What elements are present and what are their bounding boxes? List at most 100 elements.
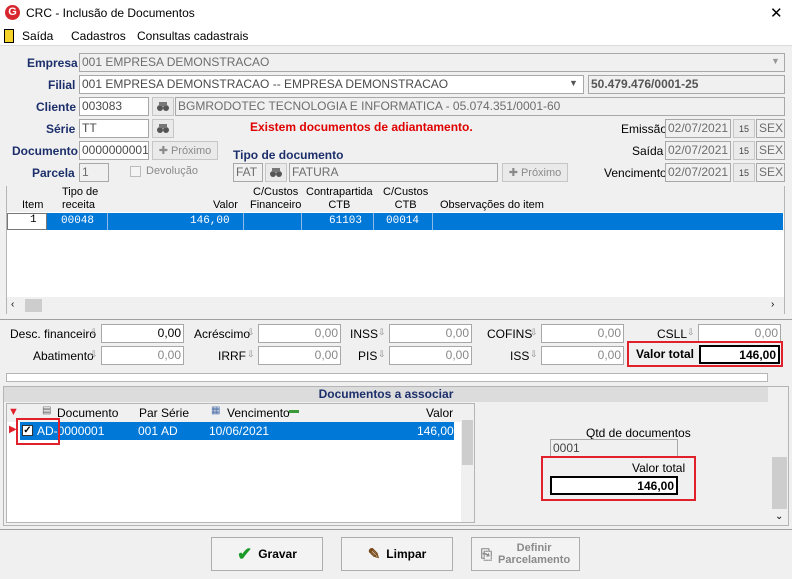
assoc-total-field: 146,00	[550, 476, 678, 495]
valor-total-field: 146,00	[699, 345, 780, 364]
irrf-input[interactable]: 0,00	[258, 346, 341, 365]
menu-consultas[interactable]: Consultas cadastrais	[137, 29, 248, 43]
col-documento: Documento	[57, 406, 119, 420]
col-obs: Observações do item	[440, 199, 544, 211]
col-tipo: Tipo de receita	[62, 186, 99, 211]
filial-select[interactable]: 001 EMPRESA DEMONSTRACAO -- EMPRESA DEMO…	[79, 75, 584, 94]
sort-down-icon: ⇩	[687, 327, 695, 337]
inss-label: INSS	[350, 327, 379, 341]
chevron-down-icon: ▼	[569, 78, 578, 88]
scroll-right-icon[interactable]: ›	[771, 299, 774, 310]
valor-total-label: Valor total	[636, 347, 695, 361]
exit-icon	[4, 29, 14, 43]
menu-cadastros[interactable]: Cadastros	[71, 29, 126, 43]
parcela-input[interactable]: 1	[79, 163, 109, 182]
calendar-icon[interactable]: 15	[733, 141, 755, 160]
qtd-label: Qtd de documentos	[586, 426, 691, 440]
pis-input[interactable]: 0,00	[389, 346, 472, 365]
parcela-label: Parcela	[32, 166, 75, 180]
scroll-left-icon[interactable]: ‹	[11, 299, 14, 310]
binoculars-icon[interactable]	[152, 97, 174, 116]
sort-down-icon: ⇩	[530, 327, 538, 337]
menu-saida[interactable]: Saída	[22, 29, 53, 43]
emissao-date[interactable]: 02/07/2021	[665, 119, 731, 138]
cell-tipo: 00048	[61, 215, 95, 227]
calendar-icon[interactable]: 15	[733, 163, 755, 182]
serie-label: Série	[46, 122, 76, 136]
divider	[0, 319, 792, 320]
horizontal-scrollbar[interactable]	[7, 297, 784, 314]
document-icon: ▤	[42, 405, 52, 416]
documento-input[interactable]: 0000000001	[79, 141, 149, 160]
window-title: CRC - Inclusão de Documentos	[26, 6, 195, 20]
vencimento-date[interactable]: 02/07/2021	[665, 163, 731, 182]
assoc-title: Documentos a associar	[318, 387, 454, 401]
saida-label: Saída	[632, 144, 664, 158]
scroll-down-icon[interactable]: ⌄	[775, 511, 783, 522]
divider	[0, 529, 792, 530]
vencimento-label: Vencimento	[604, 166, 667, 180]
calendar-icon[interactable]: 15	[733, 119, 755, 138]
irrf-label: IRRF	[218, 349, 246, 363]
sort-down-icon: ⇩	[378, 349, 386, 359]
iss-input[interactable]: 0,00	[541, 346, 624, 365]
scroll-thumb[interactable]	[25, 299, 42, 312]
cell-contrapartida: 61103	[329, 215, 363, 227]
sort-down-icon: ⇩	[530, 349, 538, 359]
iss-label: ISS	[510, 349, 530, 363]
inss-input[interactable]: 0,00	[389, 324, 472, 343]
tipo-doc-code[interactable]: FAT	[233, 163, 263, 182]
assoc-scroll-thumb[interactable]	[772, 457, 787, 509]
csll-label: CSLL	[657, 327, 688, 341]
assoc-total-label: Valor total	[632, 461, 686, 475]
tipo-doc-name: FATURA	[289, 163, 498, 182]
check-icon: ✔	[237, 543, 253, 564]
plus-icon: ✚	[508, 167, 518, 179]
col-valor: Valor	[213, 199, 238, 211]
documento-label: Documento	[12, 144, 78, 158]
pis-label: PIS	[358, 349, 378, 363]
filial-label: Filial	[48, 78, 76, 92]
acrescimo-input[interactable]: 0,00	[258, 324, 341, 343]
abatimento-input[interactable]: 0,00	[101, 346, 184, 365]
filter-icon[interactable]: ▼	[8, 406, 19, 418]
vencimento-weekday: SEX	[756, 163, 785, 182]
devolucao-checkbox[interactable]	[130, 166, 141, 177]
saida-date[interactable]: 02/07/2021	[665, 141, 731, 160]
cell-valor: 146,00	[190, 215, 230, 227]
limpar-button[interactable]: ✎ Limpar	[341, 537, 453, 571]
col-vencimento: Vencimento	[227, 406, 290, 420]
binoculars-icon[interactable]	[265, 163, 287, 182]
cliente-name-field: BGMRODOTEC TECNOLOGIA E INFORMATICA - 05…	[175, 97, 785, 116]
adiantamento-warning: Existem documentos de adiantamento.	[250, 120, 473, 134]
col-divider	[243, 213, 244, 230]
proximo-button[interactable]: ✚ Próximo	[152, 141, 218, 160]
close-icon[interactable]: ✕	[770, 4, 783, 22]
money-icon: ▬	[289, 405, 299, 416]
cell-serie: AD	[161, 424, 178, 438]
assoc-vscroll-thumb[interactable]	[462, 420, 473, 465]
cell-vencimento: 10/06/2021	[209, 424, 270, 438]
sort-down-icon: ⇩	[378, 327, 386, 337]
checkbox-highlight	[16, 418, 60, 445]
col-serie: Série	[161, 406, 190, 420]
progress-bar	[6, 373, 768, 382]
serie-input[interactable]: TT	[79, 119, 149, 138]
gravar-button[interactable]: ✔ Gravar	[211, 537, 323, 571]
cliente-code-input[interactable]: 003083	[79, 97, 149, 116]
devolucao-label: Devolução	[146, 165, 198, 177]
definir-parcelamento-button[interactable]: ⎘ Definir Parcelamento	[471, 537, 580, 571]
tipo-documento-label: Tipo de documento	[233, 148, 344, 162]
cofins-label: COFINS	[487, 327, 533, 341]
emissao-weekday: SEX	[756, 119, 785, 138]
sort-down-icon: ⇩	[247, 327, 255, 337]
col-valor: Valor	[426, 406, 454, 420]
app-logo-icon: G	[5, 5, 20, 20]
desc-fin-input[interactable]: 0,00	[101, 324, 184, 343]
saida-weekday: SEX	[756, 141, 785, 160]
proximo-tipo-button[interactable]: ✚ Próximo	[502, 163, 568, 182]
binoculars-icon[interactable]	[152, 119, 174, 138]
col-divider	[107, 213, 108, 230]
cofins-input[interactable]: 0,00	[541, 324, 624, 343]
empresa-select[interactable]: 001 EMPRESA DEMONSTRACAO	[79, 53, 785, 72]
